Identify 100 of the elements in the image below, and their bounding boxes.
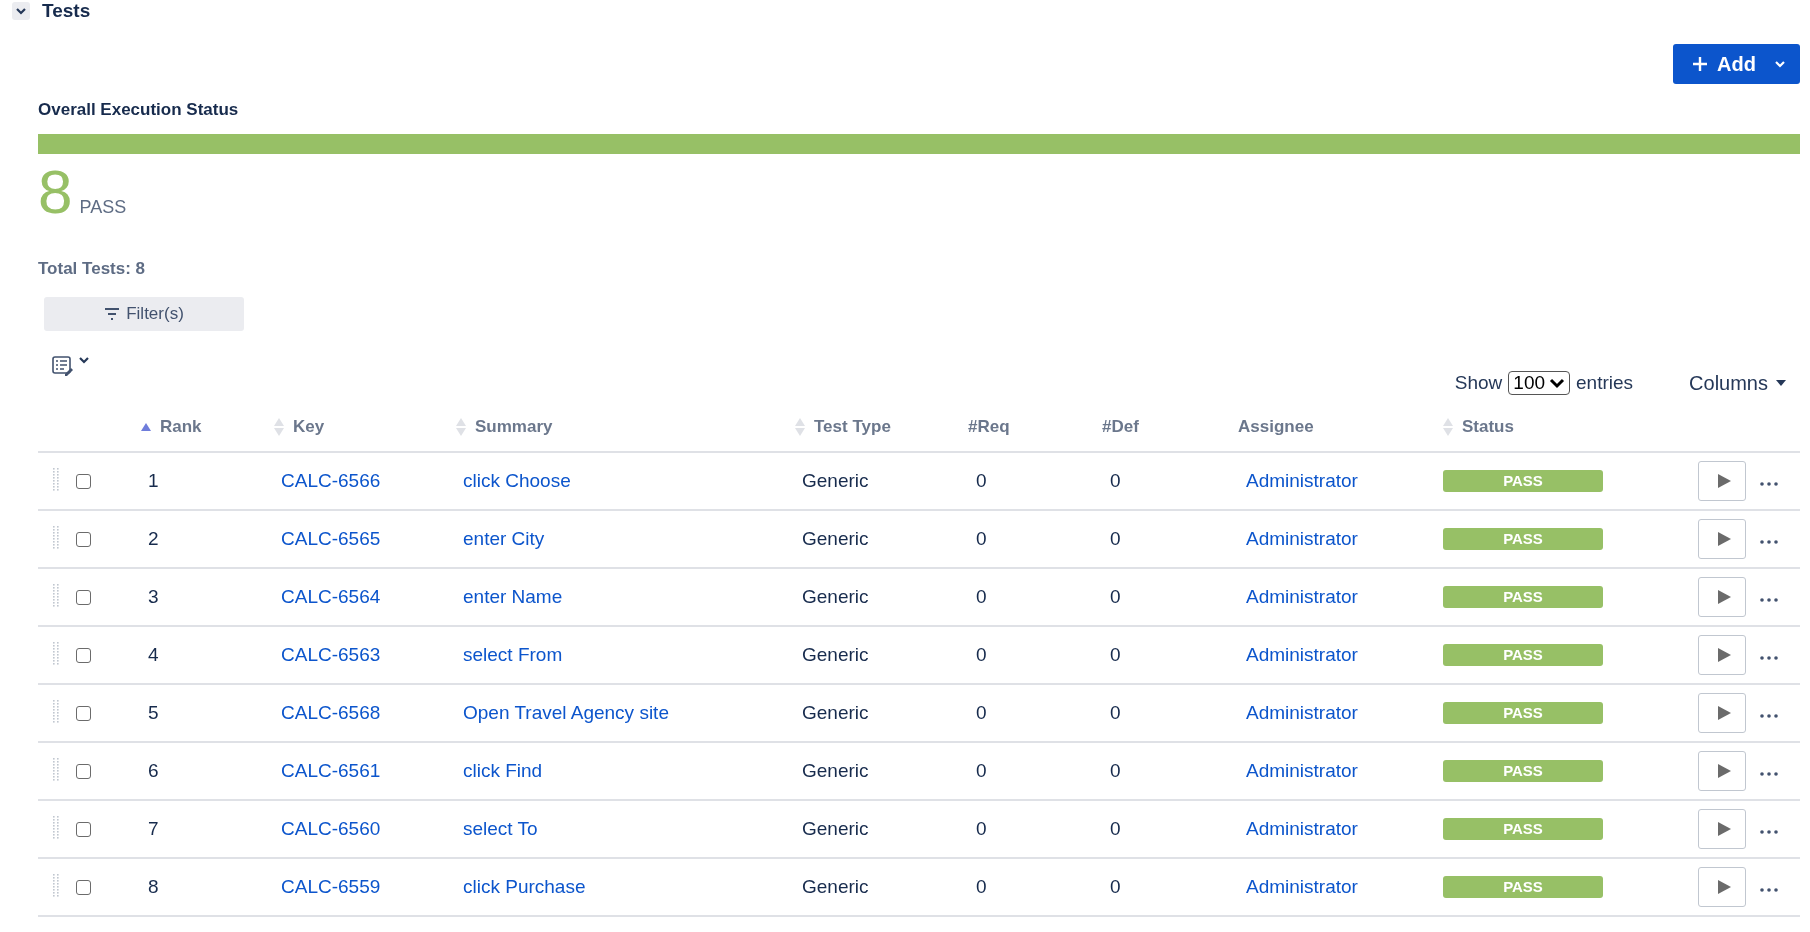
drag-handle-icon[interactable] — [52, 583, 60, 607]
summary-link[interactable]: select To — [463, 818, 538, 839]
run-button[interactable] — [1698, 867, 1746, 907]
row-checkbox[interactable] — [76, 590, 91, 606]
run-button[interactable] — [1698, 635, 1746, 675]
summary-link[interactable]: enter Name — [463, 586, 563, 607]
drag-handle-icon[interactable] — [52, 815, 60, 839]
status-badge: PASS — [1443, 876, 1603, 898]
column-view-menu[interactable] — [52, 356, 90, 376]
column-header[interactable]: Status — [1462, 417, 1514, 437]
more-actions-icon[interactable] — [1760, 772, 1778, 776]
assignee-link[interactable]: Administrator — [1246, 528, 1358, 549]
row-checkbox[interactable] — [76, 532, 91, 548]
assignee-link[interactable]: Administrator — [1246, 644, 1358, 665]
chevron-down-icon — [78, 356, 90, 364]
drag-handle-icon[interactable] — [52, 757, 60, 781]
test-type-cell: Generic — [802, 702, 869, 723]
more-actions-icon[interactable] — [1760, 540, 1778, 544]
collapse-toggle[interactable] — [12, 2, 30, 20]
column-header[interactable]: Key — [293, 417, 325, 437]
defects-count: 0 — [1110, 586, 1121, 607]
more-actions-icon[interactable] — [1760, 482, 1778, 486]
columns-button[interactable]: Columns — [1689, 371, 1786, 395]
summary-link[interactable]: click Purchase — [463, 876, 586, 897]
status-heading: Overall Execution Status — [38, 100, 240, 120]
assignee-link[interactable]: Administrator — [1246, 760, 1358, 781]
rank-cell: 5 — [148, 702, 159, 723]
play-icon — [1715, 821, 1732, 837]
plus-icon — [1691, 55, 1710, 73]
drag-handle-icon[interactable] — [52, 873, 60, 897]
requirements-count: 0 — [976, 876, 987, 897]
more-actions-icon[interactable] — [1760, 656, 1778, 660]
issue-key-link[interactable]: CALC-6561 — [281, 760, 381, 781]
column-header: #Def — [1102, 417, 1139, 437]
requirements-count: 0 — [976, 586, 987, 607]
run-button[interactable] — [1698, 693, 1746, 733]
run-button[interactable] — [1698, 461, 1746, 501]
run-button[interactable] — [1698, 519, 1746, 559]
row-checkbox[interactable] — [76, 706, 91, 722]
defects-count: 0 — [1110, 644, 1121, 665]
requirements-count: 0 — [976, 528, 987, 549]
issue-key-link[interactable]: CALC-6559 — [281, 876, 381, 897]
issue-key-link[interactable]: CALC-6565 — [281, 528, 381, 549]
defects-count: 0 — [1110, 760, 1121, 781]
run-button[interactable] — [1698, 809, 1746, 849]
issue-key-link[interactable]: CALC-6563 — [281, 644, 381, 665]
rank-cell: 3 — [148, 586, 159, 607]
summary-link[interactable]: click Find — [463, 760, 543, 781]
drag-handle-icon[interactable] — [52, 467, 60, 491]
more-actions-icon[interactable] — [1760, 714, 1778, 718]
requirements-count: 0 — [976, 702, 987, 723]
summary-link[interactable]: Open Travel Agency site — [463, 702, 669, 723]
drag-handle-icon[interactable] — [52, 641, 60, 665]
requirements-count: 0 — [976, 818, 987, 839]
row-checkbox[interactable] — [76, 880, 91, 896]
play-icon — [1715, 705, 1732, 721]
assignee-link[interactable]: Administrator — [1246, 586, 1358, 607]
issue-key-link[interactable]: CALC-6564 — [281, 586, 381, 607]
row-checkbox[interactable] — [76, 648, 91, 664]
show-label: Show — [1454, 372, 1503, 394]
play-icon — [1715, 763, 1732, 779]
issue-key-link[interactable]: CALC-6568 — [281, 702, 381, 723]
requirements-count: 0 — [976, 760, 987, 781]
column-header[interactable]: Summary — [475, 417, 553, 437]
test-type-cell: Generic — [802, 876, 869, 897]
summary-link[interactable]: enter City — [463, 528, 545, 549]
column-header[interactable]: Rank — [160, 417, 202, 437]
test-type-cell: Generic — [802, 644, 869, 665]
add-button[interactable]: Add — [1673, 44, 1800, 84]
row-checkbox[interactable] — [76, 822, 91, 838]
play-icon — [1715, 647, 1732, 663]
assignee-link[interactable]: Administrator — [1246, 470, 1358, 491]
play-icon — [1715, 589, 1732, 605]
requirements-count: 0 — [976, 470, 987, 491]
rank-cell: 6 — [148, 760, 159, 781]
summary-link[interactable]: click Choose — [463, 470, 571, 491]
rank-cell: 7 — [148, 818, 159, 839]
filter-button[interactable]: Filter(s) — [44, 297, 244, 331]
assignee-link[interactable]: Administrator — [1246, 876, 1358, 897]
test-type-cell: Generic — [802, 760, 869, 781]
chevron-down-icon — [1774, 60, 1786, 68]
drag-handle-icon[interactable] — [52, 699, 60, 723]
run-button[interactable] — [1698, 751, 1746, 791]
sort-ascending-icon[interactable] — [140, 422, 152, 432]
more-actions-icon[interactable] — [1760, 888, 1778, 892]
run-button[interactable] — [1698, 577, 1746, 617]
page-size-select[interactable]: 100 — [1508, 371, 1571, 395]
column-header: Assignee — [1238, 417, 1314, 437]
row-checkbox[interactable] — [76, 764, 91, 780]
more-actions-icon[interactable] — [1760, 598, 1778, 602]
assignee-link[interactable]: Administrator — [1246, 702, 1358, 723]
column-header[interactable]: Test Type — [814, 417, 891, 437]
assignee-link[interactable]: Administrator — [1246, 818, 1358, 839]
filter-icon — [104, 308, 121, 320]
issue-key-link[interactable]: CALC-6560 — [281, 818, 381, 839]
row-checkbox[interactable] — [76, 474, 91, 490]
more-actions-icon[interactable] — [1760, 830, 1778, 834]
drag-handle-icon[interactable] — [52, 525, 60, 549]
summary-link[interactable]: select From — [463, 644, 563, 665]
issue-key-link[interactable]: CALC-6566 — [281, 470, 381, 491]
